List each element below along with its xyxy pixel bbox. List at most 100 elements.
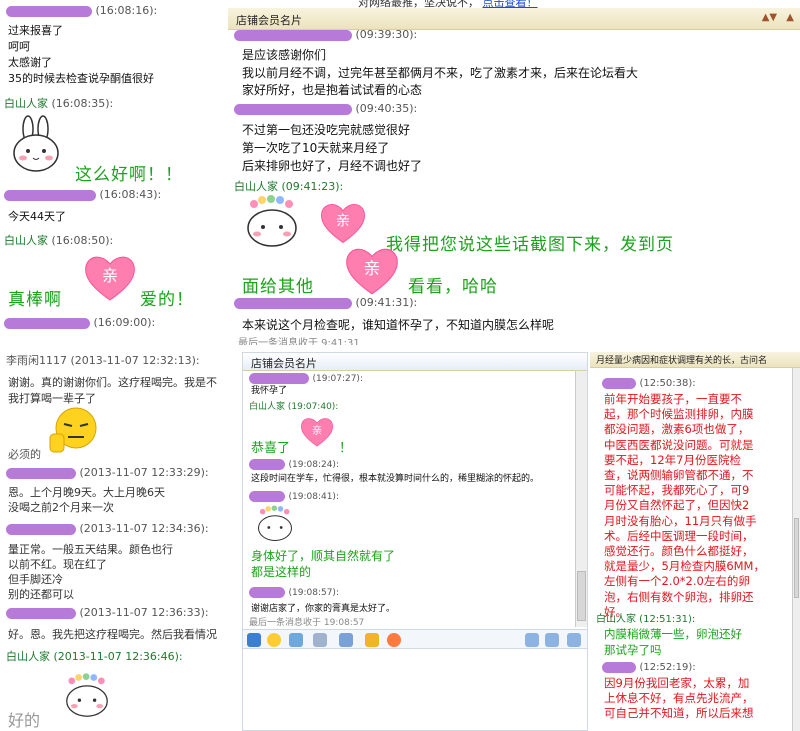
scrollbar-thumb[interactable]: [577, 571, 586, 621]
input-toolbar: [243, 629, 587, 649]
message-line: 但手脚还冷: [8, 573, 63, 586]
message-line: 是应该感谢你们: [242, 48, 327, 62]
message-line: 好。恩。我先把这疗程喝完。然后我看情况: [8, 628, 217, 641]
message-header: (2013-11-07 12:34:36):: [6, 522, 209, 535]
timestamp: (19:08:41):: [288, 492, 339, 502]
blurred-username: [6, 467, 76, 479]
timestamp: (16:08:43):: [99, 188, 162, 201]
message-header: (09:41:31):: [234, 296, 417, 309]
message-header: 白山人家 (09:41:23):: [234, 180, 344, 193]
bunny-sticker-icon: [247, 195, 297, 247]
message-header: 白山人家 (19:07:40):: [249, 402, 339, 412]
message-header: 白山人家 (16:08:35):: [4, 95, 113, 111]
message-line: 今天44天了: [8, 210, 66, 223]
blurred-username: [4, 317, 90, 329]
font-icon[interactable]: [247, 633, 261, 647]
message-header: 白山人家 (2013-11-07 12:36:46):: [6, 650, 183, 663]
message-line: 没喝之前2个月来一次: [8, 501, 114, 514]
message-line: 前年开始要孩子，一直要不: [604, 392, 742, 406]
message-line: 太感谢了: [8, 56, 52, 69]
message-line: 月份又自然怀起了，但因快2: [604, 498, 750, 513]
message-header: (16:08:43):: [4, 188, 161, 201]
message-line: 呵呵: [8, 40, 30, 53]
message-line: 月时没有胎心，11月只有做手: [604, 513, 757, 528]
message-header: 白山人家 (16:08:50):: [4, 232, 113, 248]
chat-panel-top-right: 对网络最推，坚决说不， 点击查看！ 店铺会员名片 ▲▼ ▲ (09:39:30)…: [228, 0, 800, 345]
message-line: 家好所好，也是抱着试试看的心态: [242, 83, 423, 97]
message-line: 中医西医都说没问题。可就是: [604, 437, 754, 452]
message-line: 我以前月经不调，过完年甚至都俩月不来，吃了激素才来，后来在论坛看大: [242, 66, 639, 80]
last-message-note: 最后一条消息收于 19:08:57: [249, 618, 365, 628]
message-line: 起，那个时候监测排卵，内膜: [604, 407, 754, 422]
message-header: (2013-11-07 12:33:29):: [6, 466, 209, 479]
message-line: 恩。上个月晚9天。大上月晚6天: [8, 486, 165, 499]
heart-label: 亲: [364, 259, 381, 278]
message-line: 量正常。一般五天结果。颜色也行: [8, 543, 173, 556]
scrollbar-thumb[interactable]: [794, 518, 799, 598]
screenshot-icon[interactable]: [313, 633, 327, 647]
timestamp: (2013-11-07 12:33:29):: [79, 466, 209, 479]
username: 李雨闲1117: [6, 354, 67, 367]
image-icon[interactable]: [289, 633, 303, 647]
message-line: 谢谢店家了，你家的膏真是太好了。: [251, 604, 396, 614]
chat-record-icon[interactable]: [525, 633, 539, 647]
blurred-username: [249, 586, 285, 598]
message-line: 必须的: [8, 448, 41, 461]
message-header: (12:50:38):: [602, 376, 696, 389]
message-input[interactable]: [243, 649, 587, 730]
transfer-icon[interactable]: [545, 633, 559, 647]
message-line: 第一次吃了10天就来月经了: [242, 141, 390, 155]
close-icon[interactable]: ▲: [786, 12, 794, 23]
pin-icon[interactable]: ▲▼: [762, 12, 777, 23]
blurred-username: [6, 523, 76, 535]
sticker-message: 我得把您说这些话截图下来，发到页: [386, 235, 674, 255]
sticker-message: 看看，哈哈: [408, 277, 498, 297]
message-header: (09:39:30):: [234, 28, 417, 41]
timestamp: (19:07:27):: [312, 374, 363, 384]
title-bar: 月经量少病因和症状调理有关的长，古问名: [590, 352, 800, 368]
heart-label: 亲: [336, 214, 350, 230]
chat-panel-bottom-right: 月经量少病因和症状调理有关的长，古问名 (12:50:38): 前年开始要孩子，…: [590, 352, 800, 731]
message-line: 过来报喜了: [8, 24, 63, 37]
message-line: 以前不红。现在红了: [8, 558, 107, 571]
sticker-message: 爱的！: [140, 290, 194, 310]
timestamp: (12:50:38):: [639, 378, 696, 389]
blurred-username: [6, 5, 92, 17]
blurred-username: [602, 661, 636, 673]
timestamp: (16:08:50):: [51, 234, 114, 247]
message-line: 都没问题，激素6项也做了，: [604, 422, 750, 437]
shop-name: 白山人家: [4, 97, 48, 110]
scrollbar[interactable]: [575, 371, 587, 627]
window-title: 月经量少病因和症状调理有关的长，古问名: [596, 356, 768, 366]
message-line: 感觉还行。颜色什么都挺好，: [604, 544, 754, 559]
title-bar: 店铺会员名片: [243, 353, 587, 371]
settings-icon[interactable]: [567, 633, 581, 647]
timestamp: (16:08:16):: [95, 4, 158, 17]
timestamp: (2013-11-07 12:34:36):: [79, 522, 209, 535]
bell-icon[interactable]: [365, 633, 379, 647]
timestamp: (19:08:57):: [288, 588, 339, 598]
timestamp: (2013-11-07 12:36:33):: [79, 606, 209, 619]
history-icon[interactable]: [339, 633, 353, 647]
message-header: (19:08:41):: [249, 489, 339, 502]
chat-panel-top-left: (16:08:16): 过来报喜了 呵呵 太感谢了 35的时候去检查说孕酮值很好…: [0, 0, 226, 340]
bunny-sticker-icon: [257, 505, 293, 542]
last-message-note: 最后一条消息收于 9:41:31: [238, 338, 360, 345]
heart-sticker-icon: 亲: [301, 418, 333, 447]
scrollbar[interactable]: [792, 368, 800, 731]
timestamp: (16:09:00):: [93, 316, 156, 329]
blurred-username: [234, 297, 352, 309]
message-line: 泡，右侧有数个卵泡，排卵还: [604, 589, 754, 604]
message-header: (16:09:00):: [4, 316, 155, 329]
window-title: 店铺会员名片: [236, 14, 302, 27]
message-header: (2013-11-07 12:36:33):: [6, 606, 209, 619]
message-header: (12:52:19):: [602, 660, 696, 673]
bunny-sticker-icon: [13, 115, 59, 172]
message-header: 白山人家 (12:51:31):: [596, 614, 696, 625]
emoji-icon[interactable]: [267, 633, 281, 647]
timestamp: (12:52:19):: [639, 662, 696, 673]
heart-icon[interactable]: [387, 633, 401, 647]
thumbs-up-emoji-icon: [49, 407, 97, 453]
message-line: 不过第一包还没吃完就感觉很好: [242, 123, 411, 137]
message-line: 因9月份我回老家，太累，加: [604, 676, 750, 690]
